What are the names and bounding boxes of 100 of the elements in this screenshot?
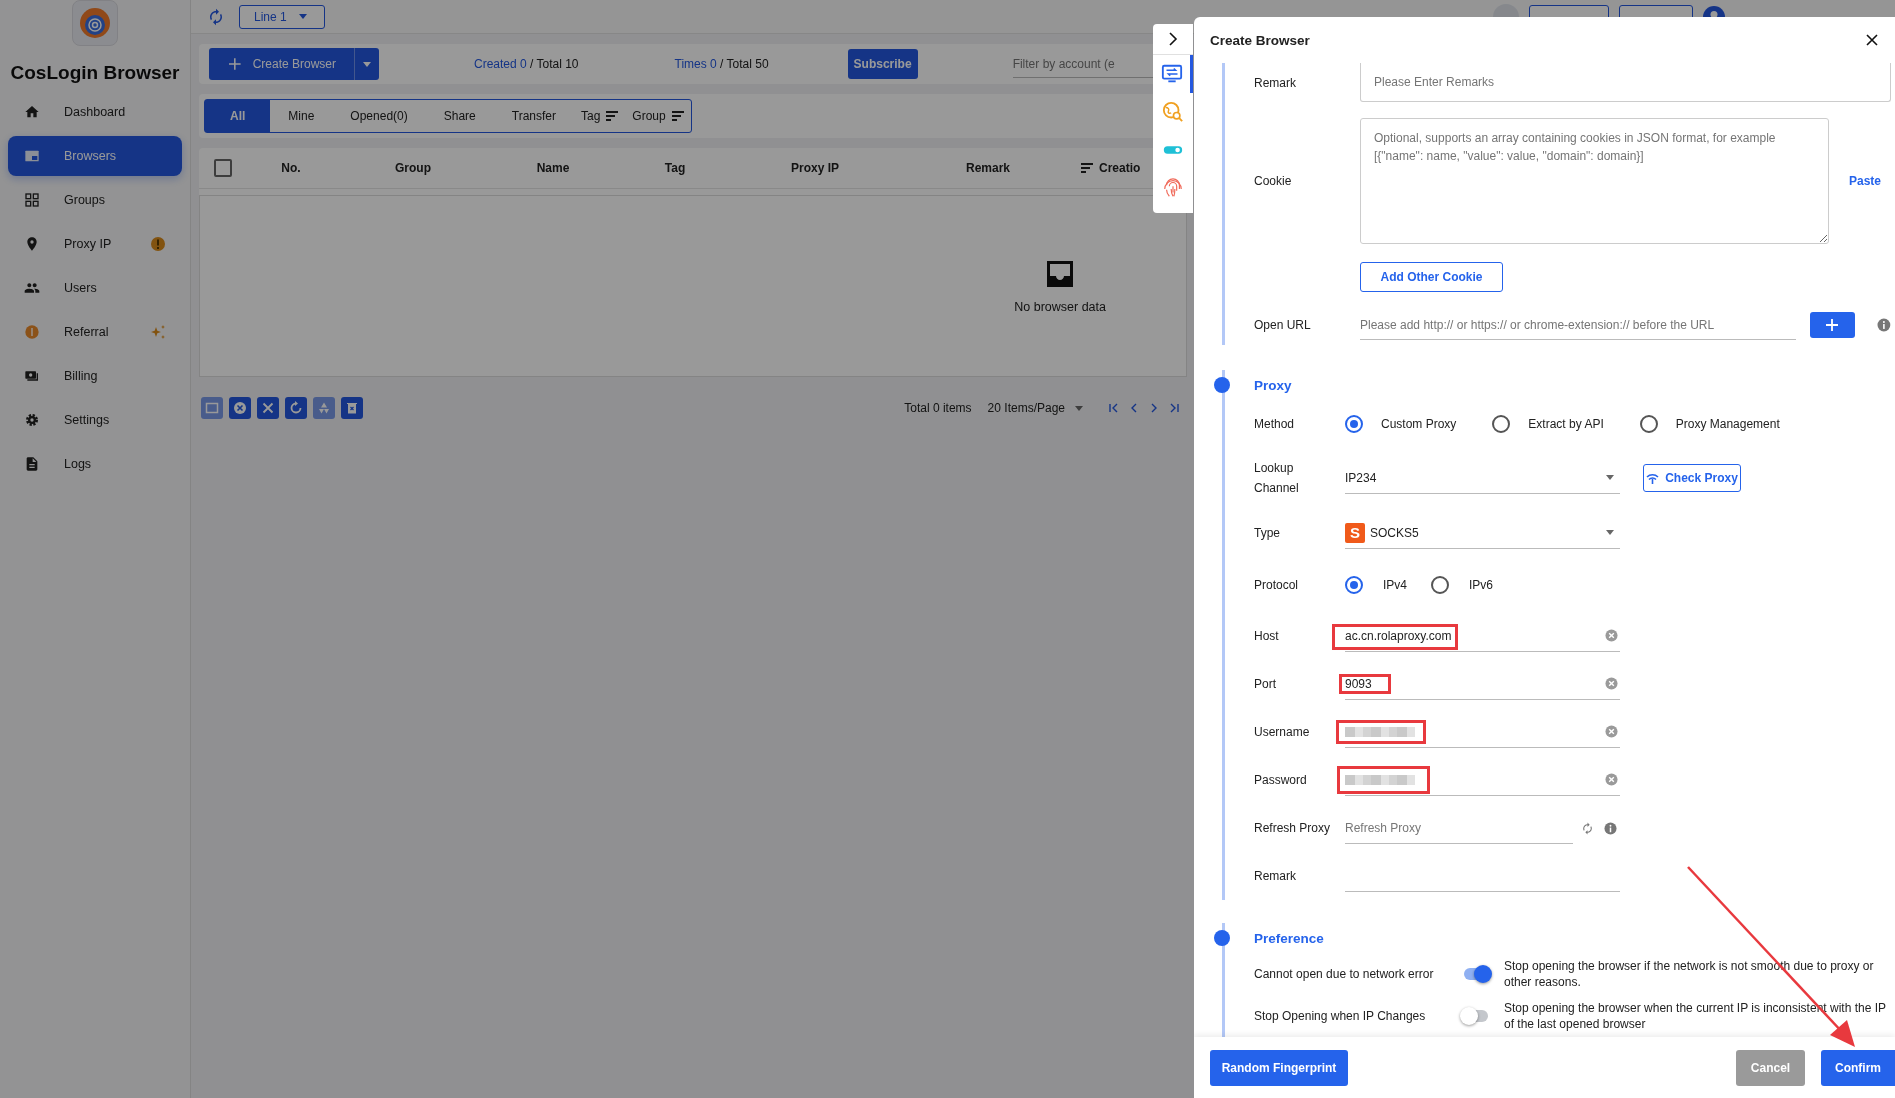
column-header: Remark <box>965 161 1011 175</box>
window-icon <box>205 401 219 415</box>
empty-message: No browser data <box>1014 300 1106 314</box>
nav-item[interactable]: Billing <box>8 356 182 396</box>
section-heading: Preference <box>1254 930 1324 946</box>
info-icon <box>1877 318 1891 332</box>
filter-tab[interactable]: Opened(0) <box>332 100 426 132</box>
protocol-badge: S <box>1345 522 1365 543</box>
column-header: Group <box>394 161 432 175</box>
nav-item[interactable]: Settings <box>8 400 182 440</box>
times-count: Times 0 / Total 50 <box>674 57 769 71</box>
line-dropdown[interactable]: Line 1 <box>239 4 325 29</box>
refresh-icon[interactable] <box>207 7 225 26</box>
radio-button[interactable] <box>1345 415 1363 433</box>
cookie-field[interactable]: Optional, supports an array containing cookies in JSON format, for example [{"name": name, "value": value, "domain": domain}] <box>1360 118 1829 244</box>
column-header: Tag <box>663 161 687 175</box>
field-label: Protocol <box>1254 578 1300 592</box>
coin-icon <box>24 324 40 340</box>
close-icon <box>261 401 275 415</box>
clear-icon[interactable] <box>1605 725 1618 738</box>
grid-icon <box>24 192 40 208</box>
filter-tab[interactable]: Group <box>625 100 691 132</box>
select-all-checkbox[interactable] <box>214 159 232 177</box>
field-label: Refresh Proxy <box>1254 821 1332 835</box>
input-field[interactable]: Refresh Proxy <box>1345 812 1573 844</box>
nav-item[interactable]: Referral <box>8 312 182 352</box>
globe-search-icon <box>1162 101 1184 123</box>
location-pin-icon <box>24 236 40 252</box>
restart-button[interactable] <box>285 397 307 419</box>
clear-icon[interactable] <box>1605 773 1618 786</box>
field-label: Password <box>1254 773 1308 787</box>
nav-item[interactable]: Dashboard <box>8 92 182 132</box>
filter-tab[interactable]: All <box>205 100 271 132</box>
filter-tab[interactable]: Share <box>425 100 494 132</box>
random-fingerprint-button[interactable]: Random Fingerprint <box>1210 1049 1348 1086</box>
radio-label: Custom Proxy <box>1381 417 1457 431</box>
cancel-button[interactable] <box>229 397 251 419</box>
field-label: Cookie <box>1254 174 1293 188</box>
add-url-button[interactable] <box>1809 312 1856 338</box>
nav-item[interactable]: Browsers <box>8 136 182 176</box>
column-header: Name <box>535 161 571 175</box>
clear-icon[interactable] <box>1605 677 1618 690</box>
paste-link[interactable]: Paste <box>1849 174 1882 188</box>
radio-button[interactable] <box>1492 415 1511 433</box>
clear-icon[interactable] <box>1605 629 1618 642</box>
plus-icon <box>1826 319 1839 331</box>
subscribe-button[interactable]: Subscribe <box>847 49 918 79</box>
field-label: Remark <box>1254 75 1297 90</box>
close-button[interactable] <box>257 397 279 419</box>
field-label: Port <box>1254 677 1277 691</box>
radio-label: Proxy Management <box>1675 417 1780 431</box>
field-label: Username <box>1254 725 1311 739</box>
caret-icon <box>1606 475 1614 480</box>
proxy-type-dropdown[interactable]: S SOCKS5 <box>1345 517 1620 549</box>
radio-label: IPv6 <box>1469 578 1494 592</box>
home-icon <box>24 104 40 120</box>
nav-item[interactable]: Logs <box>8 444 182 484</box>
radio-button[interactable] <box>1639 415 1658 433</box>
page-size-dropdown[interactable]: 20 Items/Page <box>987 401 1083 415</box>
refresh-icon[interactable] <box>1581 821 1594 835</box>
trash-button[interactable] <box>341 397 363 419</box>
document-icon <box>24 456 40 472</box>
setting-label: Stop Opening when IP Changes <box>1254 1009 1427 1023</box>
radio-button[interactable] <box>1345 576 1363 594</box>
nav-item[interactable]: Users <box>8 268 182 308</box>
redacted-value <box>1345 726 1415 737</box>
remark-field[interactable]: Please Enter Remarks <box>1360 63 1891 102</box>
monitor-icon <box>1160 63 1183 85</box>
fingerprint-icon <box>1162 177 1184 199</box>
caret-icon <box>363 61 371 67</box>
restart-icon <box>289 401 303 415</box>
redacted-value <box>1345 774 1415 785</box>
drawer-title: Create Browser <box>1210 32 1311 48</box>
plus-icon <box>229 58 241 70</box>
wifi-icon <box>1646 472 1660 484</box>
cancel-icon <box>233 401 247 415</box>
field-label: Type <box>1254 526 1281 540</box>
field-label: Host <box>1254 629 1280 643</box>
add-cookie-button[interactable]: Add Other Cookie <box>1360 262 1503 292</box>
column-header: Proxy IP <box>790 161 840 175</box>
close-icon[interactable] <box>1865 33 1879 47</box>
banknote-icon <box>24 368 40 384</box>
radio-label: IPv4 <box>1383 578 1407 592</box>
total-items: Total 0 items <box>904 401 972 415</box>
caret-icon <box>1606 530 1614 535</box>
section-heading: Proxy <box>1254 377 1292 393</box>
timeline-dot <box>1214 377 1230 393</box>
caret-icon <box>1075 405 1083 411</box>
check-proxy-button[interactable]: Check Proxy <box>1643 464 1741 492</box>
confirm-button[interactable]: Confirm <box>1821 1049 1895 1086</box>
radio-button[interactable] <box>1431 576 1449 594</box>
nav-item[interactable]: Proxy IP <box>8 224 182 264</box>
app-title: CosLogin Browser <box>9 62 181 84</box>
filter-tab[interactable]: Transfer <box>493 100 574 132</box>
nav-item[interactable]: Groups <box>8 180 182 220</box>
column-header: No. <box>280 161 302 175</box>
lookup-channel-dropdown[interactable]: IP234 <box>1345 462 1620 494</box>
trash-icon <box>345 401 359 415</box>
filter-tab[interactable]: Mine <box>270 100 333 132</box>
filter-tab[interactable]: Tag <box>574 100 626 132</box>
